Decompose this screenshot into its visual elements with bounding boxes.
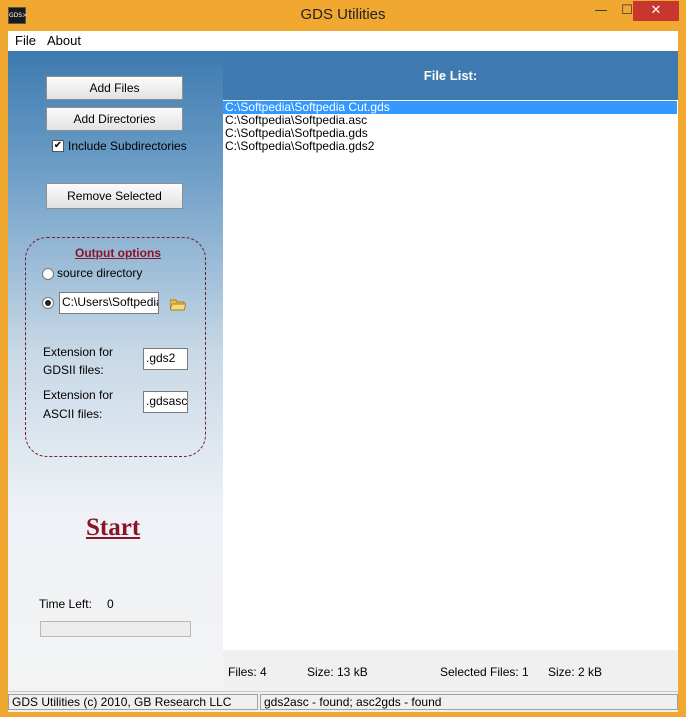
file-list[interactable]: C:\Softpedia\Softpedia Cut.gds C:\Softpe… [223,100,678,650]
files-count: Files: 4 [228,665,267,679]
progress-bar [40,621,191,637]
ascii-extension-input[interactable]: .gdsasc [143,391,188,413]
file-list-header: File List: [223,51,678,100]
close-button[interactable]: ✕ [633,1,679,21]
source-directory-radio[interactable] [42,268,54,280]
left-panel: Add Files Add Directories ✔ Include Subd… [8,51,223,691]
time-left-value: 0 [107,597,114,611]
time-left-label: Time Left: [39,597,92,611]
selected-files-size: Size: 2 kB [548,665,603,679]
add-files-button[interactable]: Add Files [46,76,183,100]
menu-about[interactable]: About [47,33,81,48]
start-button[interactable]: Start [86,514,140,542]
title-bar: GDS> GDS Utilities — ☐ ✕ [0,0,686,31]
files-size: Size: 13 kB [307,665,368,679]
selected-files-count: Selected Files: 1 [440,665,529,679]
radio-selected-dot [45,300,51,306]
include-subdirectories-checkbox[interactable]: ✔ [52,140,64,152]
output-directory-input[interactable]: C:\Users\Softpedia\ [59,292,159,314]
minimize-button[interactable]: — [588,1,614,21]
status-bar: GDS Utilities (c) 2010, GB Research LLC … [8,691,678,712]
file-list-title: File List: [423,68,478,83]
source-directory-label: source directory [57,266,143,280]
ascii-extension-label-line1: Extension for [43,388,114,402]
gdsii-extension-input[interactable]: .gds2 [143,348,188,370]
status-tools: gds2asc - found; asc2gds - found [260,694,678,710]
window-title: GDS Utilities [300,6,386,23]
folder-open-icon[interactable] [170,299,186,311]
file-list-item[interactable]: C:\Softpedia\Softpedia.gds2 [223,140,677,153]
ascii-extension-label-line2: ASCII files: [43,407,103,421]
status-copyright: GDS Utilities (c) 2010, GB Research LLC [8,694,258,710]
checkmark-icon: ✔ [53,140,63,151]
gdsii-extension-label-line2: GDSII files: [43,363,104,377]
include-subdirectories-label: Include Subdirectories [68,139,187,153]
gdsii-extension-label-line1: Extension for [43,345,114,359]
add-directories-button[interactable]: Add Directories [46,107,183,131]
menu-file[interactable]: File [15,33,36,48]
client-area: Add Files Add Directories ✔ Include Subd… [8,51,678,691]
menu-bar: File About [8,31,678,51]
app-window: GDS> GDS Utilities — ☐ ✕ File About Add … [0,0,686,717]
remove-selected-button[interactable]: Remove Selected [46,183,183,209]
custom-directory-radio[interactable] [42,297,54,309]
output-options-title: Output options [75,246,161,260]
